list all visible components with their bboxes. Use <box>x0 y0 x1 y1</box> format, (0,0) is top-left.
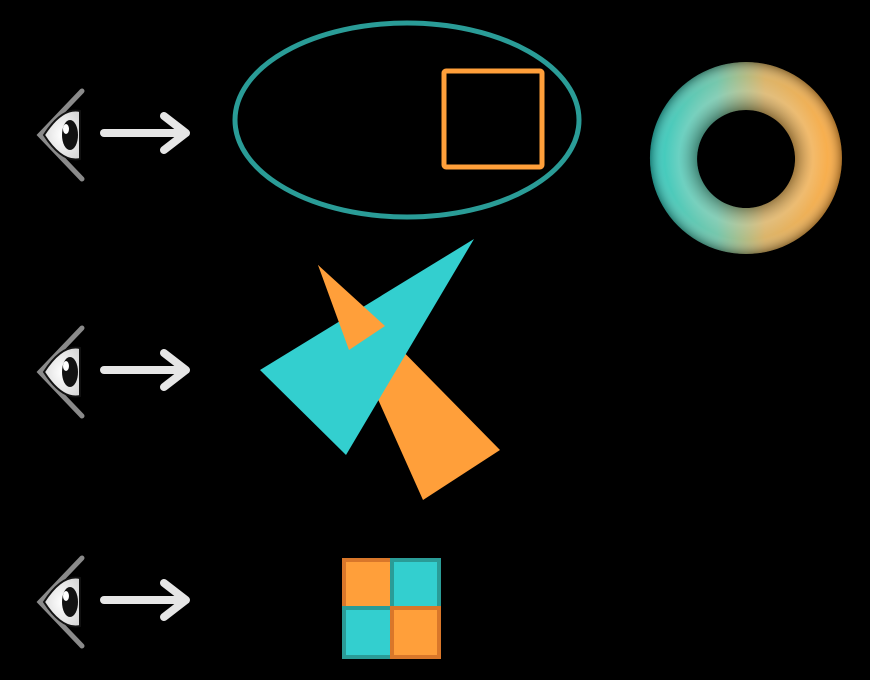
diagram-svg <box>36 20 842 659</box>
row-3 <box>36 555 441 659</box>
torus <box>649 62 842 255</box>
row-1 <box>36 20 842 255</box>
right-arrow-icon <box>100 349 190 391</box>
eye-icon <box>36 325 85 419</box>
right-arrow-icon <box>100 112 190 154</box>
row-2 <box>36 239 500 500</box>
eye-icon <box>36 555 85 649</box>
square-outline <box>441 68 545 170</box>
diagram-canvas <box>0 0 870 680</box>
ellipse-outline <box>232 20 582 220</box>
eye-icon <box>36 88 85 182</box>
right-arrow-icon <box>100 579 190 621</box>
checker-square <box>342 558 441 659</box>
